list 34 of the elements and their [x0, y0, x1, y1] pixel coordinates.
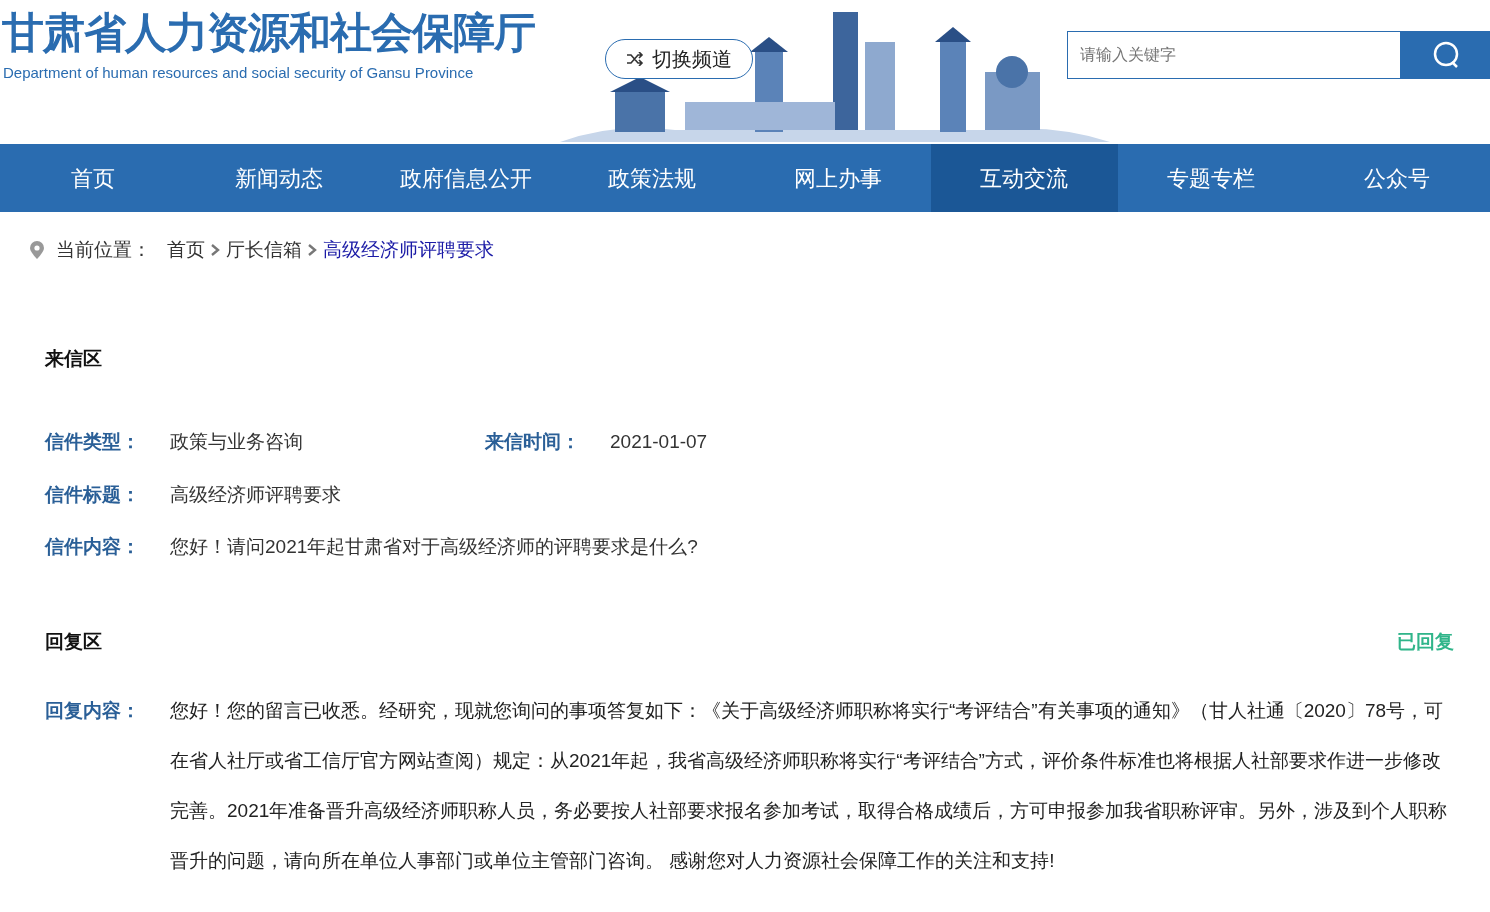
reply-status: 已回复: [1397, 629, 1454, 654]
search-button[interactable]: [1401, 31, 1490, 79]
field-label: 信件标题：: [45, 482, 141, 507]
breadcrumb-label: 当前位置：: [56, 238, 151, 262]
section-heading: 回复区: [45, 629, 102, 654]
nav-tab[interactable]: 公众号: [1303, 144, 1490, 212]
site-subtitle: Department of human resources and social security of Gansu Province: [3, 63, 475, 83]
nav-tab[interactable]: 首页: [0, 144, 187, 212]
nav-tab[interactable]: 专题专栏: [1117, 144, 1304, 212]
search-icon: [1431, 41, 1460, 69]
location-pin-icon: [30, 241, 44, 260]
nav-tab[interactable]: 新闻动态: [186, 144, 373, 212]
nav-tab[interactable]: 政府信息公开: [372, 144, 559, 212]
shuffle-icon: [626, 52, 644, 66]
field-label: 来信时间：: [485, 430, 581, 454]
section-heading: 来信区: [45, 346, 103, 371]
field-value: 高级经济师评聘要求: [170, 482, 341, 507]
chevron-icon: [211, 244, 220, 257]
breadcrumb-link[interactable]: 高级经济师评聘要求: [323, 236, 494, 265]
breadcrumb-link[interactable]: 首页: [167, 236, 205, 265]
chevron-icon: [308, 244, 317, 257]
field-value: 2021-01-07: [610, 430, 708, 454]
nav-tab[interactable]: 网上办事: [745, 144, 932, 212]
field-value: 您好！请问2021年起甘肃省对于高级经济师的评聘要求是什么?: [170, 535, 698, 559]
reply-text: 您好！您的留言已收悉。经研究，现就您询问的事项答复如下：《关于高级经济师职称将实行“考评结合”有关事项的通知》（甘人社通〔2020〕78号，可在省人社厅或省工信厅官方网站查阅）规定：从2021年起，我省高级经济师职称将实行“考评结合”方式，评价条件标准也将根据人社部要求作进一步修改完善。2021年准备晋升高级经济师职称人员，务必要按人社部要求报名参加考试，取得合格成绩后，方可申报参加我省职称评审。另外，涉及到个人职称晋升的问题，请向所在单位人事部门或单位主管部门咨询。 感谢您对人力资源社会保障工作的关注和支持!: [170, 699, 1449, 873]
switch-channel-button[interactable]: 切换频道: [605, 39, 753, 79]
field-label: 回复内容：: [45, 699, 141, 723]
search-field[interactable]: 请输入关键字: [1067, 31, 1401, 79]
field-label: 信件类型：: [45, 430, 141, 454]
breadcrumb-link[interactable]: 厅长信箱: [226, 236, 302, 265]
field-label: 信件内容：: [45, 535, 141, 559]
nav-tab[interactable]: 政策法规: [558, 144, 745, 212]
field-value: 政策与业务咨询: [170, 430, 304, 454]
nav-tab[interactable]: 互动交流: [931, 144, 1118, 212]
